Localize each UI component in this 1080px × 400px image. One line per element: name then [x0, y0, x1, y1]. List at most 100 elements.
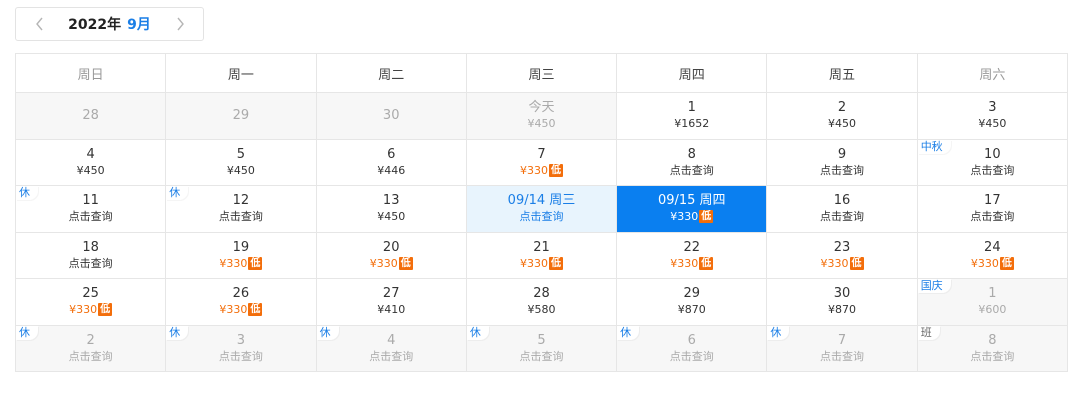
- fare-price: ¥330: [820, 256, 849, 270]
- fare-price: 点击查询: [970, 163, 1015, 177]
- fare-price: 点击查询: [669, 349, 714, 363]
- date-cell[interactable]: 22 ¥330 低: [617, 232, 768, 279]
- date-label: 7: [837, 332, 847, 348]
- date-label: 1: [687, 100, 696, 116]
- month-navigator: 2022年 9月: [15, 7, 204, 41]
- date-label: 5: [236, 146, 246, 162]
- calendar-week-row: 28 29 30 今天 ¥450 1 ¥1652 2 ¥450 3 ¥450: [16, 93, 1068, 140]
- fare-price: 点击查询: [970, 210, 1015, 224]
- date-cell[interactable]: 18 点击查询: [16, 232, 167, 279]
- date-label: 3: [236, 332, 246, 348]
- date-cell[interactable]: 28: [16, 93, 167, 140]
- date-cell[interactable]: 28 ¥580: [466, 279, 618, 326]
- date-cell[interactable]: 2 ¥450: [767, 93, 918, 140]
- date-cell[interactable]: 8 点击查询: [617, 139, 768, 186]
- fare-price: 点击查询: [68, 349, 113, 363]
- fare-info: ¥330 低: [370, 256, 413, 271]
- date-label: 7: [537, 146, 546, 162]
- weekday-fri: 周五: [767, 54, 918, 93]
- date-cell[interactable]: 休 11 点击查询: [16, 186, 167, 233]
- date-cell[interactable]: 休 6 点击查询: [617, 325, 768, 372]
- date-cell[interactable]: 休 5 点击查询: [466, 325, 618, 372]
- fare-info: 点击查询: [820, 163, 864, 178]
- date-cell[interactable]: 29 ¥870: [617, 279, 768, 326]
- fare-price: ¥580: [527, 303, 556, 317]
- date-cell[interactable]: 09/14 周三 点击查询: [466, 186, 618, 233]
- date-cell[interactable]: 休 4 点击查询: [316, 325, 467, 372]
- fare-price: ¥870: [677, 303, 706, 317]
- fare-info: ¥330 低: [821, 256, 864, 271]
- date-cell[interactable]: 休 7 点击查询: [767, 325, 918, 372]
- date-cell[interactable]: 17 点击查询: [917, 186, 1068, 233]
- date-label: 30: [833, 286, 851, 302]
- date-cell[interactable]: 13 ¥450: [316, 186, 467, 233]
- next-month-button[interactable]: [171, 15, 189, 33]
- date-label: 29: [232, 107, 250, 123]
- fare-price: 点击查询: [68, 210, 113, 224]
- date-cell[interactable]: 7 ¥330 低: [466, 139, 618, 186]
- fare-price: ¥450: [377, 210, 406, 224]
- holiday-tag: 休: [466, 325, 489, 340]
- fare-info: 点击查询: [670, 163, 714, 178]
- date-label: 29: [683, 286, 701, 302]
- date-cell[interactable]: 今天 ¥450: [466, 93, 618, 140]
- fare-info: ¥870: [678, 302, 706, 317]
- date-cell[interactable]: 休 3 点击查询: [166, 325, 317, 372]
- holiday-tag: 班: [917, 325, 940, 340]
- fare-price: ¥450: [828, 117, 857, 131]
- date-cell[interactable]: 27 ¥410: [316, 279, 467, 326]
- date-cell[interactable]: 30 ¥870: [767, 279, 918, 326]
- date-cell[interactable]: 20 ¥330 低: [316, 232, 467, 279]
- date-cell[interactable]: 休 2 点击查询: [16, 325, 167, 372]
- date-label: 6: [687, 332, 696, 348]
- date-cell[interactable]: 班 8 点击查询: [917, 325, 1068, 372]
- chevron-left-icon: [35, 17, 43, 31]
- month-title: 2022年 9月: [68, 14, 151, 34]
- date-label: 6: [387, 146, 396, 162]
- date-label: 5: [537, 332, 546, 348]
- date-cell[interactable]: 23 ¥330 低: [767, 232, 918, 279]
- fare-price: 点击查询: [519, 210, 564, 224]
- date-cell[interactable]: 中秋 10 点击查询: [917, 139, 1068, 186]
- fare-info: ¥410: [377, 302, 405, 317]
- date-label: 09/14 周三: [507, 193, 576, 209]
- date-cell[interactable]: 30: [316, 93, 467, 140]
- date-cell[interactable]: 24 ¥330 低: [917, 232, 1068, 279]
- date-cell[interactable]: 29: [166, 93, 317, 140]
- date-cell[interactable]: 25 ¥330 低: [16, 279, 167, 326]
- fare-price: ¥870: [828, 303, 857, 317]
- fare-price: ¥330: [369, 256, 398, 270]
- date-label: 8: [988, 332, 997, 348]
- calendar-week-row: 18 点击查询 19 ¥330 低 20 ¥330 低 21 ¥330 低 22 ¥330 低 23 ¥330…: [16, 232, 1068, 279]
- fare-info: 点击查询: [970, 349, 1014, 364]
- date-label: 12: [232, 193, 250, 209]
- fare-info: 点击查询: [970, 163, 1014, 178]
- fare-info: 点击查询: [519, 209, 563, 224]
- date-cell[interactable]: 6 ¥446: [316, 139, 467, 186]
- weekday-sun: 周日: [16, 54, 167, 93]
- date-cell[interactable]: 16 点击查询: [767, 186, 918, 233]
- date-cell[interactable]: 4 ¥450: [16, 139, 167, 186]
- date-cell[interactable]: 21 ¥330 低: [466, 232, 618, 279]
- date-cell[interactable]: 国庆 1 ¥600: [917, 279, 1068, 326]
- low-price-badge: 低: [849, 256, 864, 270]
- holiday-tag: 休: [767, 325, 790, 340]
- fare-info: 点击查询: [219, 349, 263, 364]
- fare-info: ¥330 低: [219, 302, 263, 317]
- date-cell[interactable]: 09/15 周四 ¥330 低: [617, 186, 768, 233]
- calendar-week-row: 休 11 点击查询休 12 点击查询 13 ¥450 09/14 周三 点击查询 09/15 周四…: [16, 186, 1068, 233]
- fare-price: 点击查询: [218, 349, 263, 363]
- date-cell[interactable]: 26 ¥330 低: [166, 279, 317, 326]
- date-cell[interactable]: 3 ¥450: [917, 93, 1068, 140]
- fare-price: ¥450: [527, 117, 556, 131]
- holiday-tag: 国庆: [917, 279, 951, 293]
- fare-info: ¥1652: [674, 116, 709, 131]
- date-cell[interactable]: 休 12 点击查询: [166, 186, 317, 233]
- date-cell[interactable]: 5 ¥450: [166, 139, 317, 186]
- date-cell[interactable]: 1 ¥1652: [617, 93, 768, 140]
- fare-price: ¥330: [219, 303, 248, 317]
- date-cell[interactable]: 9 点击查询: [767, 139, 918, 186]
- low-price-badge: 低: [398, 256, 413, 270]
- prev-month-button[interactable]: [30, 15, 48, 33]
- date-cell[interactable]: 19 ¥330 低: [166, 232, 317, 279]
